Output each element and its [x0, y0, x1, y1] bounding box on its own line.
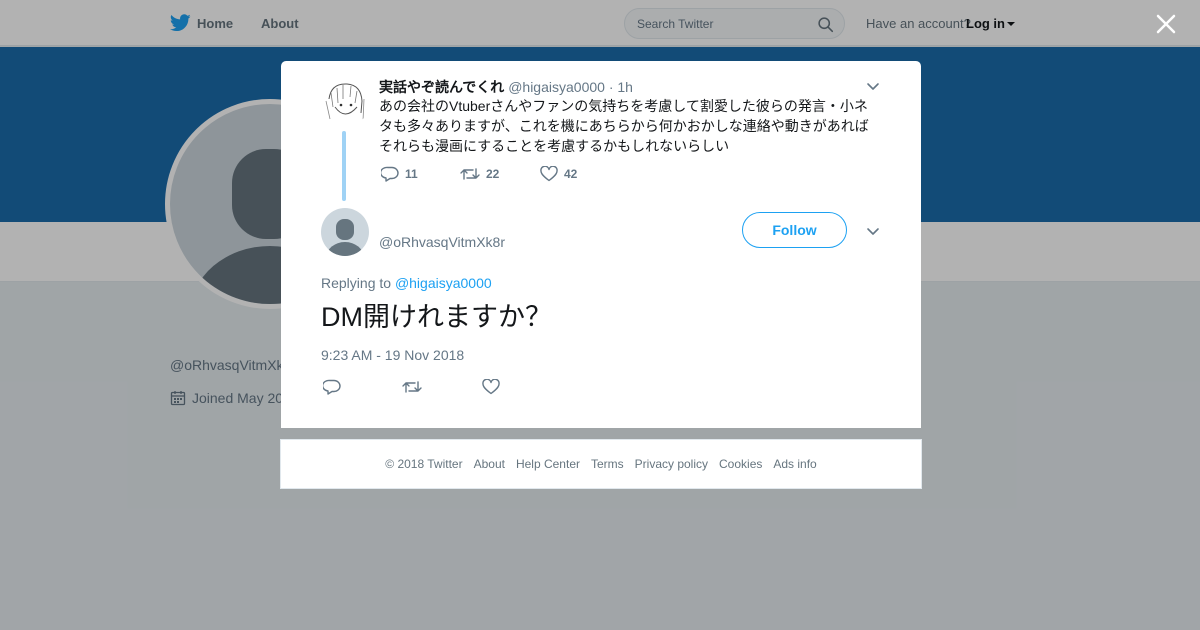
footer-link-help-center[interactable]: Help Center [516, 457, 580, 471]
footer-link-ads-info[interactable]: Ads info [773, 457, 816, 471]
tweet-modal: 実話やぞ読んでくれ @higaisya0000 · 1h あの会社のVtuber… [281, 61, 921, 428]
footer-link-about[interactable]: About [474, 457, 505, 471]
parent-tweet-header: 実話やぞ読んでくれ @higaisya0000 · 1h [379, 77, 633, 97]
reply-button[interactable] [323, 379, 341, 395]
author-handle[interactable]: @oRhvasqVitmXk8r [379, 234, 505, 250]
thread-connector [342, 131, 346, 201]
like-button[interactable] [482, 379, 500, 395]
reply-count: 11 [405, 167, 418, 181]
reply-icon [381, 166, 399, 182]
modal-footer: © 2018 Twitter About Help Center Terms P… [280, 439, 922, 489]
parent-author-handle[interactable]: @higaisya0000 [508, 79, 605, 95]
close-icon[interactable] [1152, 10, 1180, 38]
sketch-avatar-icon [325, 83, 365, 122]
replying-prefix: Replying to [321, 275, 392, 291]
retweet-button[interactable] [402, 379, 422, 395]
chevron-down-icon[interactable] [866, 224, 880, 238]
parent-author-name[interactable]: 実話やぞ読んでくれ [379, 79, 504, 95]
separator-dot: · [608, 79, 614, 95]
footer-link-privacy[interactable]: Privacy policy [635, 457, 708, 471]
follow-button[interactable]: Follow [742, 212, 847, 248]
like-button[interactable]: 42 [540, 166, 577, 182]
parent-timestamp[interactable]: 1h [617, 79, 633, 95]
default-user-icon [326, 219, 364, 256]
retweet-button[interactable]: 22 [460, 166, 499, 182]
retweet-icon [402, 381, 422, 393]
chevron-down-icon[interactable] [866, 79, 880, 93]
replying-handle-link[interactable]: @higaisya0000 [395, 275, 492, 291]
replying-to: Replying to @higaisya0000 [321, 275, 492, 291]
footer-link-cookies[interactable]: Cookies [719, 457, 762, 471]
author-avatar[interactable] [321, 208, 369, 256]
like-icon [482, 379, 500, 395]
tweet-timestamp[interactable]: 9:23 AM - 19 Nov 2018 [321, 347, 464, 363]
reply-icon [323, 379, 341, 395]
parent-avatar[interactable] [321, 79, 369, 127]
retweet-count: 22 [486, 167, 500, 181]
like-icon [540, 166, 558, 182]
footer-link-terms[interactable]: Terms [591, 457, 624, 471]
reply-button[interactable]: 11 [381, 166, 418, 182]
retweet-icon [460, 168, 480, 180]
footer-copyright: © 2018 Twitter [385, 457, 463, 471]
like-count: 42 [564, 167, 578, 181]
tweet-text: DM開けれますか？ [321, 302, 552, 332]
parent-tweet-text: あの会社のVtuberさんやファンの気持ちを考慮して割愛した彼らの発言・小ネタも… [379, 98, 869, 154]
